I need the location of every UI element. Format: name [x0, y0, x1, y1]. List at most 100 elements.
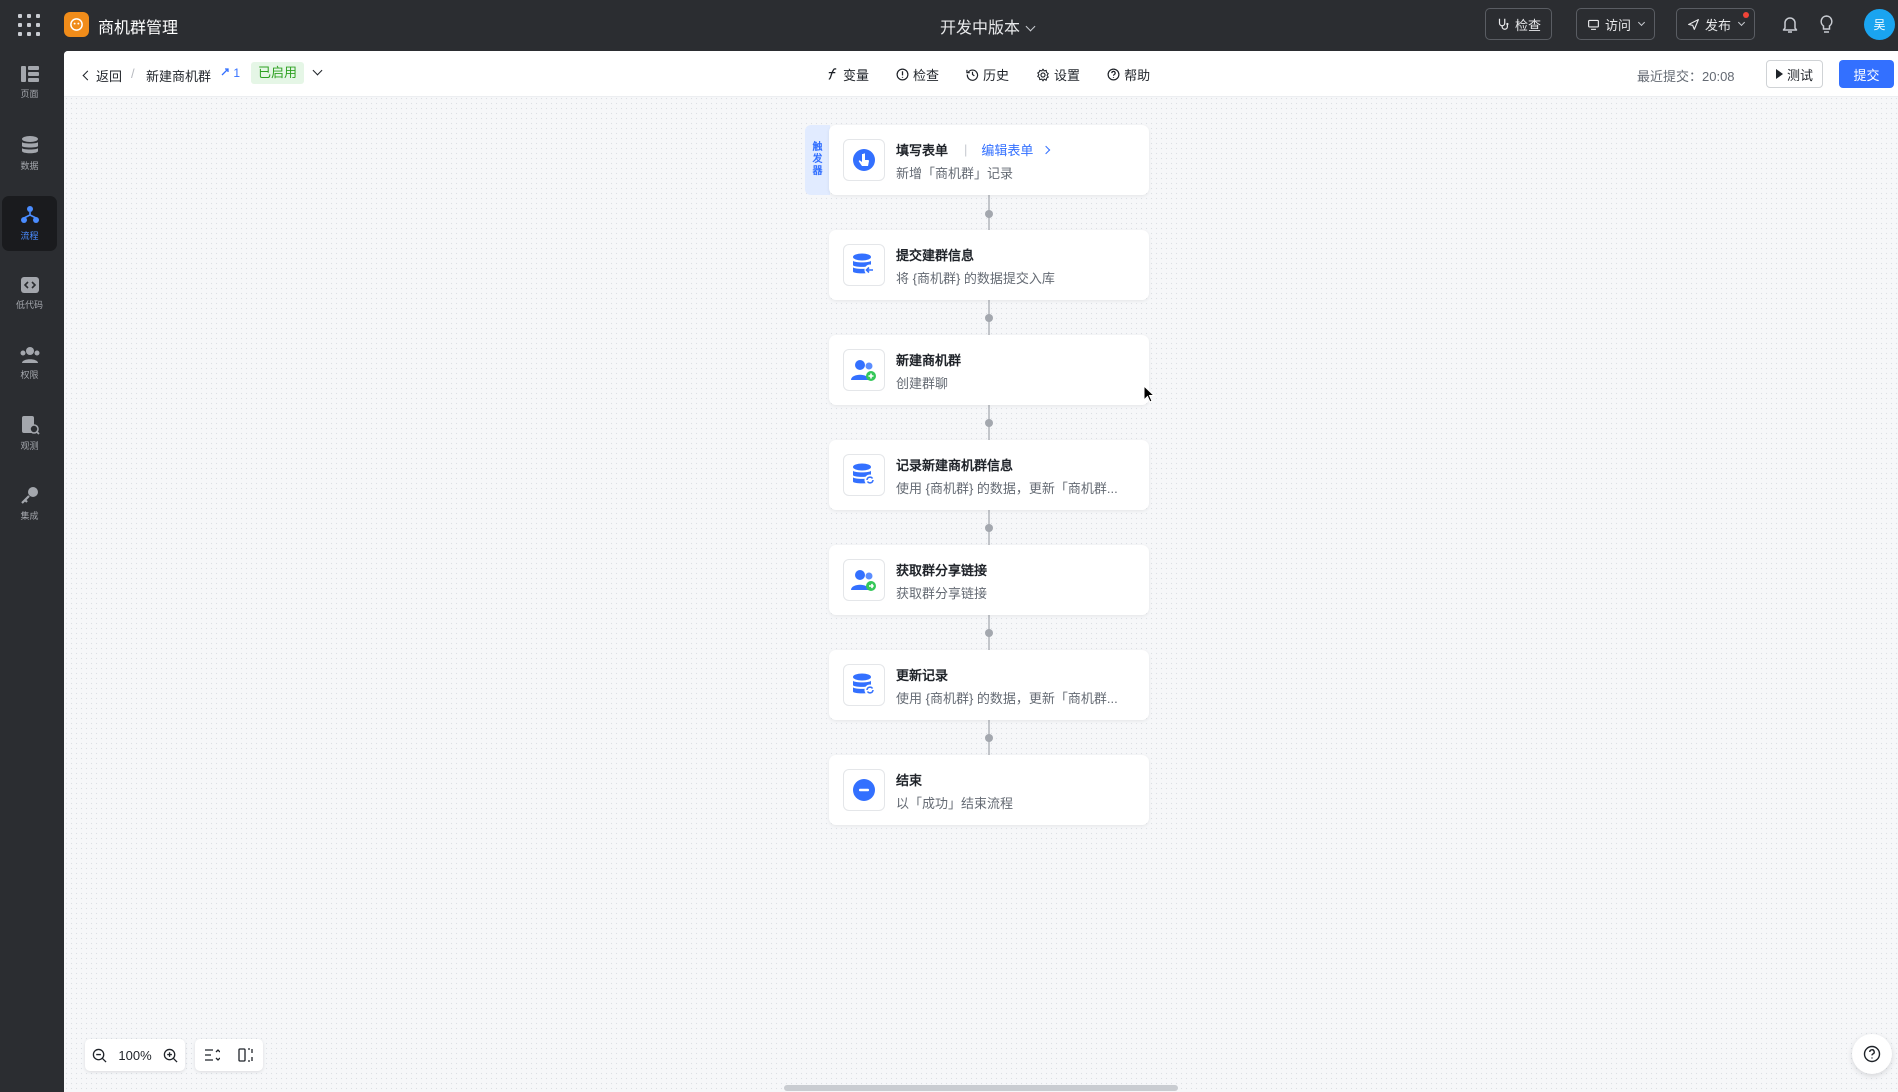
app-grid-icon[interactable]: [18, 14, 40, 36]
rail-item-observe[interactable]: 观测: [2, 406, 57, 461]
help-float-button[interactable]: [1852, 1034, 1892, 1074]
flow-node-submit-info[interactable]: 提交建群信息 将 {商机群} 的数据提交入库: [829, 230, 1149, 300]
node-title: 记录新建商机群信息: [896, 458, 1014, 473]
app-logo-icon: [64, 12, 89, 37]
rail-item-flow[interactable]: 流程: [2, 196, 57, 251]
back-button[interactable]: 返回: [82, 66, 123, 85]
flow-node-end[interactable]: 结束 以「成功」结束流程: [829, 755, 1149, 825]
bell-icon[interactable]: [1781, 14, 1799, 34]
zoom-level: 100%: [118, 1047, 152, 1063]
database-refresh-icon: [843, 454, 885, 496]
variables-button[interactable]: 变量: [826, 65, 869, 84]
app-title: 商机群管理: [98, 20, 179, 37]
question-circle-icon: [1107, 68, 1120, 81]
flow-node-create-group[interactable]: 新建商机群 创建群聊: [829, 335, 1149, 405]
help-button[interactable]: 帮助: [1107, 65, 1150, 84]
group-add-icon: [843, 349, 885, 391]
workflow-toolbar: 返回 / 新建商机群 1 已启用 变量 检查 历史 设置 帮助 最近提交：20:…: [64, 51, 1898, 97]
node-description: 使用 {商机群} 的数据，更新「商机群...: [896, 481, 1118, 496]
rail-item-lowcode[interactable]: 低代码: [2, 266, 57, 321]
key-icon: [20, 487, 38, 504]
node-description: 将 {商机群} 的数据提交入库: [896, 271, 1055, 286]
end-icon: [843, 769, 885, 811]
question-circle-icon: [1863, 1045, 1881, 1063]
check-button[interactable]: 检查: [1485, 8, 1553, 40]
divider: |: [964, 142, 968, 157]
notification-dot: [1743, 12, 1750, 18]
version-selector[interactable]: 开发中版本: [940, 14, 1036, 38]
workflow-version[interactable]: 1: [220, 66, 240, 80]
pages-icon: [20, 66, 39, 82]
chevron-down-icon: [1637, 18, 1646, 26]
node-description: 新增「商机群」记录: [896, 166, 1014, 181]
chevron-down-icon[interactable]: [312, 65, 323, 76]
node-title: 更新记录: [896, 668, 949, 683]
chevron-down-icon: [1737, 18, 1746, 26]
history-button[interactable]: 历史: [966, 65, 1009, 84]
last-submit-time: 最近提交：20:08: [1637, 69, 1735, 84]
edit-form-link[interactable]: | 编辑表单: [964, 140, 1051, 159]
stethoscope-icon: [1498, 18, 1509, 30]
trigger-tab-char: 发: [812, 154, 823, 165]
visit-button[interactable]: 访问: [1576, 8, 1656, 40]
flow-node-record-info[interactable]: 记录新建商机群信息 使用 {商机群} 的数据，更新「商机群...: [829, 440, 1149, 510]
rail-item-label: 观测: [20, 441, 39, 451]
chevron-right-icon: [1042, 145, 1051, 154]
version-label: 开发中版本: [940, 20, 1021, 37]
node-title: 填写表单: [896, 143, 949, 158]
zoom-out-icon[interactable]: [92, 1048, 107, 1063]
add-node-dot[interactable]: [985, 629, 993, 637]
node-title: 新建商机群: [896, 353, 962, 368]
add-node-dot[interactable]: [985, 210, 993, 218]
database-import-icon: [843, 244, 885, 286]
publish-button-label: 发布: [1705, 17, 1732, 33]
rail-item-label: 权限: [20, 370, 39, 380]
rail-item-data[interactable]: 数据: [2, 126, 57, 181]
node-title: 获取群分享链接: [896, 563, 988, 578]
layout-list-icon[interactable]: [204, 1048, 220, 1062]
flow-node-get-share-link[interactable]: 获取群分享链接 获取群分享链接: [829, 545, 1149, 615]
user-avatar[interactable]: 吴: [1864, 9, 1895, 40]
hand-pointer-icon: [843, 139, 885, 181]
link-icon: [221, 68, 229, 76]
horizontal-scrollbar[interactable]: [784, 1085, 1178, 1091]
group-share-icon: [843, 559, 885, 601]
chevron-down-icon: [1025, 21, 1036, 32]
trigger-tab: 触 发 器: [805, 125, 830, 195]
fit-view-icon[interactable]: [238, 1048, 254, 1062]
users-icon: [20, 347, 39, 363]
left-rail: 页面 数据 流程 低代码 权限 观测 集成: [0, 51, 64, 1092]
lightbulb-icon[interactable]: [1818, 14, 1835, 34]
check-tool-button[interactable]: 检查: [896, 65, 939, 84]
settings-button[interactable]: 设置: [1036, 65, 1080, 84]
check-button-label: 检查: [1515, 17, 1542, 33]
tool-label: 变量: [843, 68, 870, 83]
add-node-dot[interactable]: [985, 419, 993, 427]
flow-node-update-record[interactable]: 更新记录 使用 {商机群} 的数据，更新「商机群...: [829, 650, 1149, 720]
add-node-dot[interactable]: [985, 314, 993, 322]
submit-button[interactable]: 提交: [1839, 60, 1894, 88]
node-description: 以「成功」结束流程: [896, 796, 1014, 811]
rail-item-label: 集成: [20, 511, 39, 521]
trigger-tab-char: 触: [812, 142, 823, 153]
mouse-cursor-icon: [1143, 385, 1155, 403]
node-description: 使用 {商机群} 的数据，更新「商机群...: [896, 691, 1118, 706]
add-node-dot[interactable]: [985, 734, 993, 742]
back-label: 返回: [96, 69, 123, 84]
add-node-dot[interactable]: [985, 524, 993, 532]
trigger-tab-char: 器: [812, 166, 823, 177]
test-button[interactable]: 测试: [1766, 60, 1824, 88]
main-canvas-area: 返回 / 新建商机群 1 已启用 变量 检查 历史 设置 帮助 最近提交：20:…: [64, 51, 1898, 1092]
rail-item-pages[interactable]: 页面: [2, 55, 57, 110]
rail-item-permissions[interactable]: 权限: [2, 336, 57, 391]
workflow-version-number: 1: [233, 66, 241, 80]
toolbar-tools: 变量 检查 历史 设置 帮助: [826, 65, 1150, 84]
gear-icon: [1037, 68, 1049, 81]
monitor-icon: [1588, 19, 1599, 30]
flow-icon: [20, 206, 39, 223]
flow-node-fill-form[interactable]: 填写表单 | 编辑表单 新增「商机群」记录: [829, 125, 1149, 195]
zoom-in-icon[interactable]: [163, 1048, 178, 1063]
publish-button[interactable]: 发布: [1676, 8, 1756, 40]
rail-item-integrations[interactable]: 集成: [2, 476, 57, 531]
tool-label: 设置: [1054, 68, 1081, 83]
